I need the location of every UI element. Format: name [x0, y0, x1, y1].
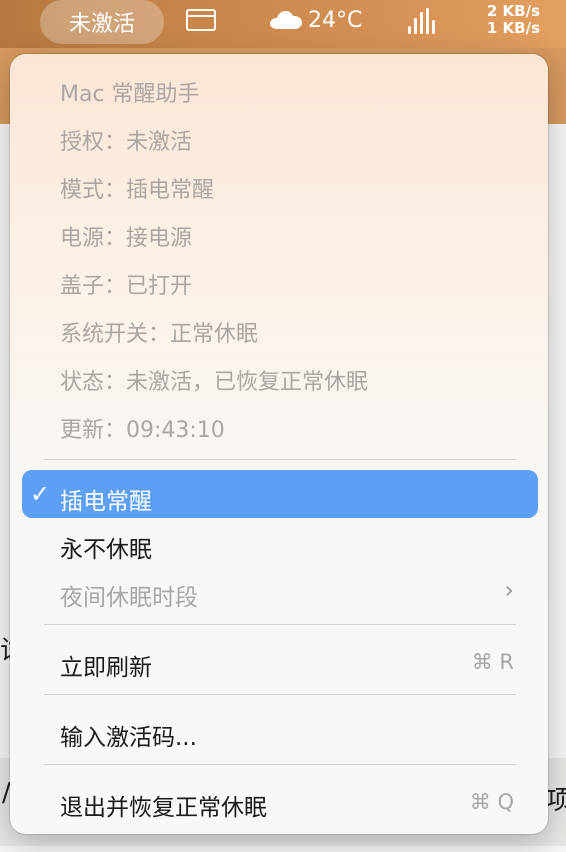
menu-separator	[44, 694, 516, 695]
app-status-label: 未激活	[68, 12, 135, 37]
background-text: 项	[546, 786, 566, 816]
menu-app-title: Mac 常醒助手	[60, 82, 200, 107]
mode-status: 模式：插电常醒	[60, 178, 215, 203]
license-status: 授权：未激活	[60, 130, 193, 155]
update-time: 更新：09:43:10	[60, 418, 225, 443]
checkmark-icon: ✓	[30, 480, 51, 508]
network-speed[interactable]: 2 KB/s 1 KB/s	[487, 3, 540, 37]
menu-item-plugged-awake-label: 插电常醒	[60, 489, 152, 515]
menu-item-night-sleep[interactable]: 夜间休眠时段	[60, 578, 198, 612]
app-status-menu-extra[interactable]: 未激活	[40, 0, 164, 44]
menu-separator	[44, 459, 516, 460]
chevron-right-icon: ›	[504, 576, 514, 604]
cloud-icon	[270, 11, 302, 29]
system-switch-status: 系统开关：正常休眠	[60, 322, 259, 347]
menu-item-refresh[interactable]: 立即刷新	[60, 648, 152, 682]
weather-menu-extra[interactable]: 24°C	[270, 6, 362, 34]
window-icon[interactable]	[186, 9, 216, 31]
refresh-shortcut: ⌘ R	[471, 650, 514, 674]
temperature-label: 24°C	[308, 7, 363, 33]
menu-item-never-sleep[interactable]: 永不休眠	[60, 530, 152, 564]
menu-bar: 未激活 24°C 2 KB/s 1 KB/s	[0, 0, 566, 48]
net-down-speed: 1 KB/s	[486, 19, 540, 37]
menu-separator	[44, 764, 516, 765]
menu-item-enter-activation-code[interactable]: 输入激活码...	[60, 718, 197, 752]
quit-shortcut: ⌘ Q	[469, 790, 514, 814]
menu-item-quit[interactable]: 退出并恢复正常休眠	[60, 788, 267, 822]
state-status: 状态：未激活，已恢复正常休眠	[60, 370, 369, 395]
menu-separator	[44, 624, 516, 625]
power-status: 电源：接电源	[60, 226, 193, 251]
net-up-speed: 2 KB/s	[486, 2, 540, 20]
lid-status: 盖子：已打开	[60, 274, 193, 299]
app-dropdown-menu: Mac 常醒助手 授权：未激活 模式：插电常醒 电源：接电源 盖子：已打开 系统…	[10, 54, 548, 834]
signal-bars-icon[interactable]	[408, 8, 435, 34]
